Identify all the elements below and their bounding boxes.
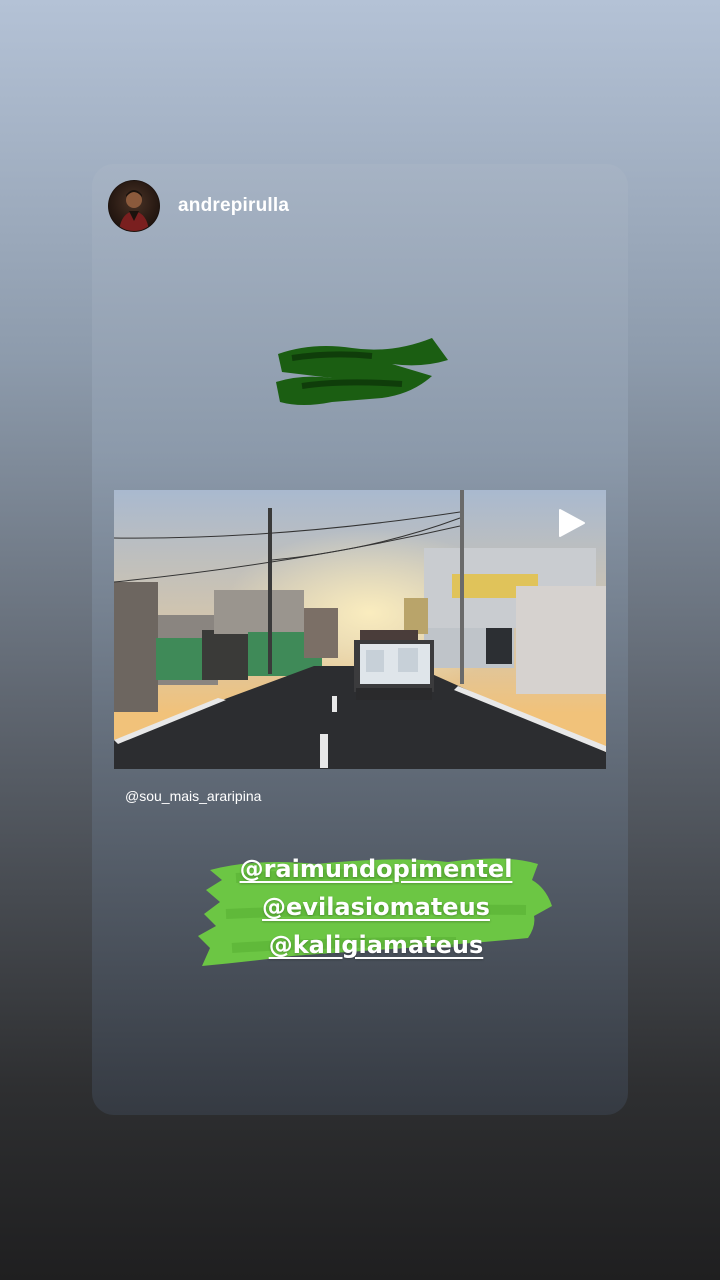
- story-header: andrepirulla: [108, 180, 289, 232]
- mention-kaligiamateus[interactable]: @kaligiamateus: [196, 926, 556, 964]
- play-icon[interactable]: [554, 506, 588, 540]
- mention-raimundopimentel[interactable]: @raimundopimentel: [196, 850, 556, 888]
- avatar[interactable]: [108, 180, 160, 232]
- video-thumbnail[interactable]: [114, 490, 606, 769]
- avatar-image: [119, 190, 149, 231]
- video-credit[interactable]: @sou_mais_araripina: [125, 788, 261, 804]
- mentions-sticker: @raimundopimentel @evilasiomateus @kalig…: [196, 844, 556, 974]
- hidden-text-scribble: [276, 338, 448, 405]
- street-scene-image: [114, 490, 606, 769]
- mention-list: @raimundopimentel @evilasiomateus @kalig…: [196, 844, 556, 964]
- mention-evilasiomateus[interactable]: @evilasiomateus: [196, 888, 556, 926]
- username[interactable]: andrepirulla: [178, 195, 289, 217]
- story-card[interactable]: andrepirulla @sou_mais_araripina @raimun…: [92, 164, 628, 1115]
